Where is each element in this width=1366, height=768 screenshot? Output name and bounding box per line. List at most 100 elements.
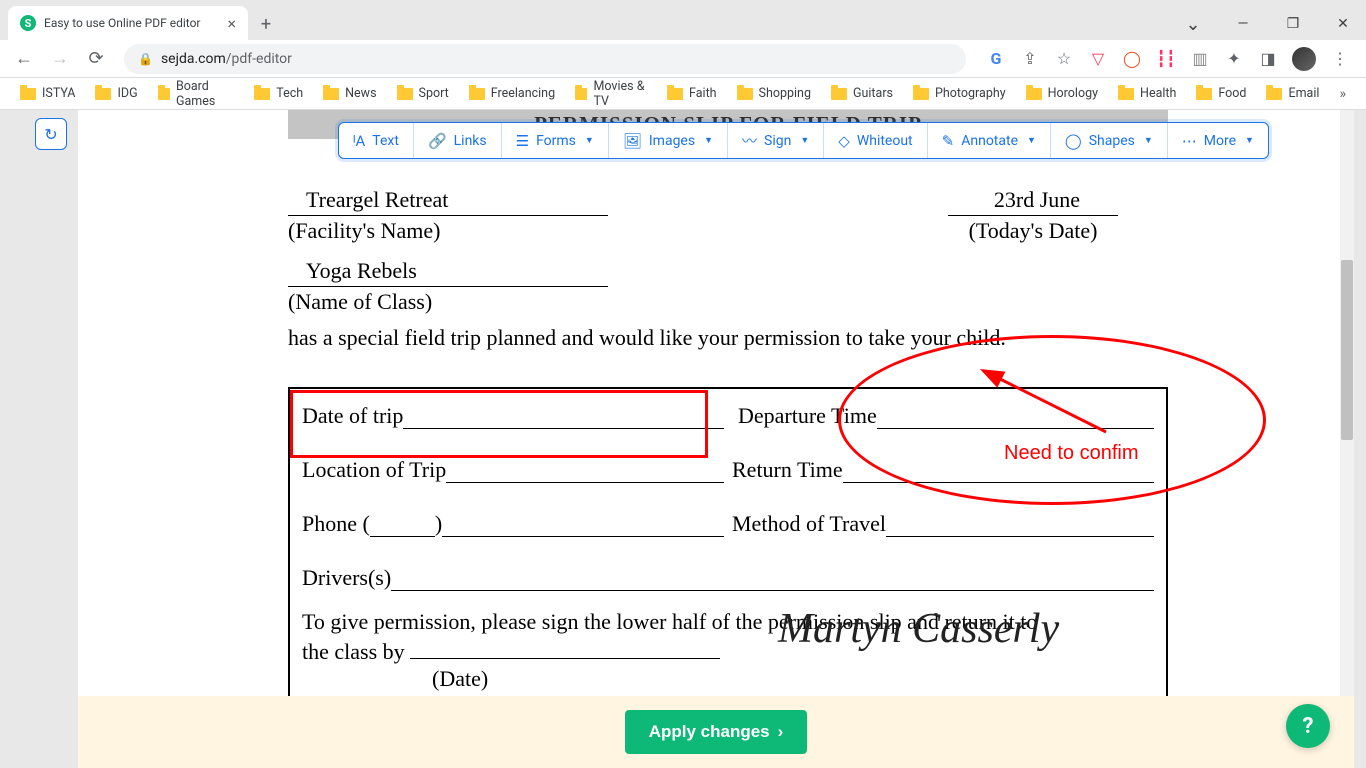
forward-button[interactable]: → [44,43,76,75]
share-icon[interactable]: ⇪ [1020,49,1040,69]
extension-icon-2[interactable]: ▥ [1190,49,1210,69]
caret-down-icon: ▼ [585,135,594,146]
class-name-label: (Name of Class) [288,289,1168,315]
caret-down-icon: ▼ [1245,135,1254,146]
image-icon: 🖼 [623,132,642,150]
bookmarks-bar: ISTYA IDG Board Games Tech News Sport Fr… [0,78,1366,110]
annotation-text[interactable]: Need to confim [1004,442,1139,465]
editor-toolbar: ᴵAText 🔗Links ☰Forms▼ 🖼Images▼ 〰Sign▼ ◇W… [338,122,1269,159]
bookmark-health[interactable]: Health [1110,82,1184,105]
tool-images[interactable]: 🖼Images▼ [609,123,728,158]
tab-dropdown-icon[interactable]: ⌄ [1170,8,1216,40]
class-name-value[interactable]: Yoga Rebels [288,258,608,287]
maximize-button[interactable]: ❐ [1270,8,1316,40]
help-button[interactable]: ? [1286,704,1330,748]
bookmark-horology[interactable]: Horology [1018,82,1106,105]
annotation-arrow[interactable] [986,372,1116,446]
tool-forms[interactable]: ☰Forms▼ [502,123,609,158]
bookmark-tech[interactable]: Tech [246,82,311,105]
tool-shapes[interactable]: ◯Shapes▼ [1051,123,1168,158]
minimize-button[interactable]: — [1220,8,1266,40]
return-date-field[interactable] [410,658,720,659]
link-icon: 🔗 [428,132,447,150]
back-button[interactable]: ← [8,43,40,75]
folder-icon [1266,88,1282,100]
url-bar: ← → ⟳ 🔒 sejda.com/pdf-editor G ⇪ ☆ ▽ ◯ ┇… [0,40,1366,78]
extensions-puzzle-icon[interactable]: ✦ [1224,49,1244,69]
scroll-thumb[interactable] [1341,260,1353,440]
bookmark-faith[interactable]: Faith [659,82,725,105]
editor-viewport: ᴵAText 🔗Links ☰Forms▼ 🖼Images▼ 〰Sign▼ ◇W… [78,110,1354,768]
bookmark-photography[interactable]: Photography [905,82,1014,105]
rotate-tool[interactable]: ↻ [35,118,67,150]
bookmark-istya[interactable]: ISTYA [12,82,83,105]
folder-icon [95,88,111,100]
url-path: /pdf-editor [226,51,292,67]
bookmark-board-games[interactable]: Board Games [150,75,243,113]
tool-more[interactable]: ⋯More▼ [1168,123,1268,158]
tool-whiteout[interactable]: ◇Whiteout [824,123,927,158]
bookmarks-overflow[interactable]: » [1331,82,1354,106]
folder-icon [469,88,485,100]
folder-icon [20,88,36,100]
bookmark-movies-tv[interactable]: Movies & TV [567,75,655,113]
caret-down-icon: ▼ [704,135,713,146]
url-domain: sejda.com [161,51,226,67]
caret-down-icon: ▼ [800,135,809,146]
today-date-value[interactable]: 23rd June [948,187,1118,216]
sign-icon: 〰 [742,130,757,151]
pocket-icon[interactable]: ▽ [1088,49,1108,69]
folder-icon [254,88,270,100]
folder-icon [831,88,847,100]
phone-area-field[interactable] [370,511,435,537]
bookmark-sport[interactable]: Sport [389,82,457,105]
star-icon[interactable]: ☆ [1054,49,1074,69]
sidepanel-icon[interactable]: ◨ [1258,49,1278,69]
annotation-rectangle[interactable] [290,390,708,458]
tool-sign[interactable]: 〰Sign▼ [728,123,824,158]
profile-avatar[interactable] [1292,47,1316,71]
reload-button[interactable]: ⟳ [80,43,112,75]
adblock-icon[interactable]: ◯ [1122,49,1142,69]
address-bar[interactable]: 🔒 sejda.com/pdf-editor [124,44,966,74]
extension-icon-1[interactable]: ┇┇ [1156,49,1176,69]
drivers-field[interactable] [391,565,1154,591]
scrollbar[interactable] [1340,110,1354,768]
menu-icon[interactable]: ⋮ [1330,49,1350,69]
new-tab-button[interactable]: + [252,10,280,38]
bookmark-freelancing[interactable]: Freelancing [461,82,563,105]
apply-bar: Apply changes› [78,696,1354,768]
bookmark-shopping[interactable]: Shopping [729,82,819,105]
google-icon[interactable]: G [986,49,1006,69]
tool-links[interactable]: 🔗Links [414,123,502,158]
close-window-button[interactable]: ✕ [1320,8,1366,40]
folder-icon [1196,88,1212,100]
folder-icon [575,88,587,100]
today-date-label: (Today's Date) [948,218,1118,244]
caret-down-icon: ▼ [1144,135,1153,146]
location-of-trip-field[interactable] [446,457,724,483]
bookmark-news[interactable]: News [315,82,384,105]
tab-title: Easy to use Online PDF editor [44,16,200,30]
phone-label-close: ) [435,511,442,537]
browser-titlebar: S Easy to use Online PDF editor × + ⌄ — … [0,0,1366,40]
location-of-trip-label: Location of Trip [302,457,446,483]
bookmark-idg[interactable]: IDG [87,82,145,105]
bookmark-guitars[interactable]: Guitars [823,82,901,105]
browser-tab[interactable]: S Easy to use Online PDF editor × [8,6,248,40]
bookmark-email[interactable]: Email [1258,82,1327,105]
folder-icon [1026,88,1042,100]
text-icon: ᴵA [353,132,365,150]
return-time-label: Return Time [732,457,843,483]
phone-number-field[interactable] [442,511,724,537]
signature[interactable]: Martyn Casserly [778,605,1059,653]
date-under-label: (Date) [432,666,1154,692]
facility-name-value[interactable]: Treargel Retreat [288,187,608,216]
folder-icon [397,88,413,100]
close-tab-icon[interactable]: × [227,14,236,33]
tool-annotate[interactable]: ✎Annotate▼ [928,123,1051,158]
tool-text[interactable]: ᴵAText [339,123,414,158]
method-of-travel-field[interactable] [886,511,1154,537]
bookmark-food[interactable]: Food [1188,82,1254,105]
apply-changes-button[interactable]: Apply changes› [625,710,808,754]
